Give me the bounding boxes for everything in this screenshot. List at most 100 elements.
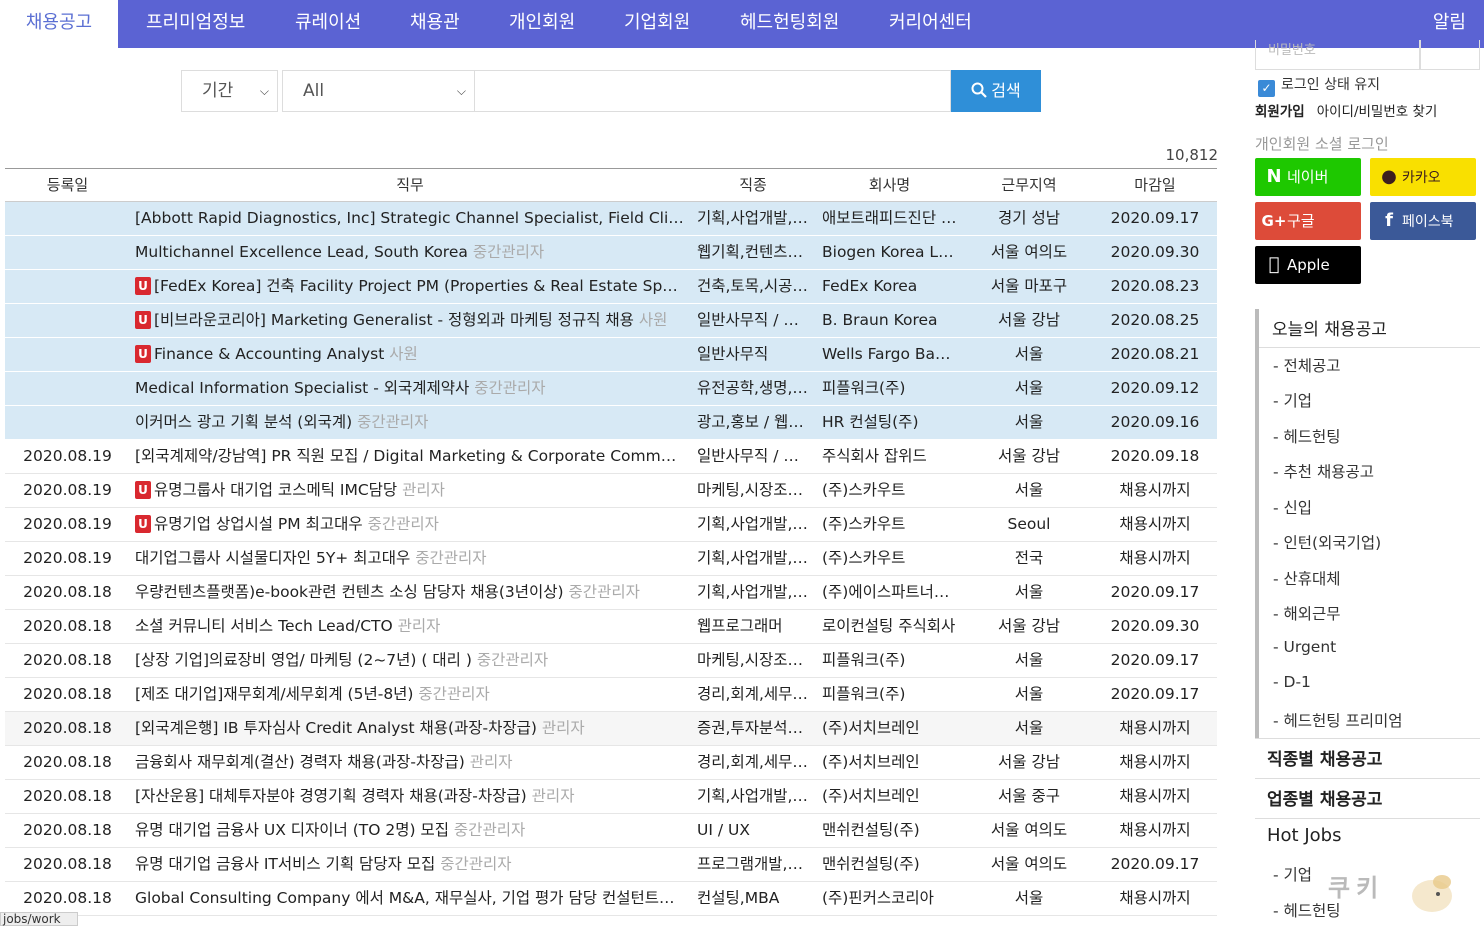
row-title-text[interactable]: 소셜 커뮤니티 서비스 Tech Lead/CTO: [135, 617, 393, 635]
table-row[interactable]: 2020.08.18 Global Consulting Company 에서 M…: [5, 882, 1217, 916]
row-company[interactable]: 애보트래피드진단 …: [822, 202, 957, 235]
table-row[interactable]: Medical Information Specialist - 외국계제약사 …: [5, 372, 1217, 406]
row-title[interactable]: Multichannel Excellence Lead, South Kore…: [135, 236, 685, 269]
login-button[interactable]: [1420, 40, 1480, 70]
naver-login-button[interactable]: N 네이버: [1255, 158, 1361, 196]
row-company[interactable]: HR 컨설팅(주): [822, 406, 957, 439]
row-company[interactable]: B. Braun Korea: [822, 304, 957, 337]
row-title[interactable]: U 유명기업 상업시설 PM 최고대우 중간관리자: [135, 508, 685, 541]
table-row[interactable]: 2020.08.18 소셜 커뮤니티 서비스 Tech Lead/CTO 관리자 웹…: [5, 610, 1217, 644]
row-title[interactable]: U [비브라운코리아] Marketing Generalist - 정형외과 마…: [135, 304, 685, 337]
table-row[interactable]: 2020.08.19 [외국계제약/강남역] PR 직원 모집 / Digital…: [5, 440, 1217, 474]
today-menu-item[interactable]: - 해외근무: [1273, 602, 1341, 624]
row-company[interactable]: (주)스카우트: [822, 542, 957, 575]
category-select[interactable]: All ⌵: [282, 70, 475, 112]
nav-tab-jobs[interactable]: 채용공고: [0, 0, 118, 48]
row-title[interactable]: 대기업그룹사 시설물디자인 5Y+ 최고대우 중간관리자: [135, 542, 685, 575]
row-title-text[interactable]: 유명 대기업 금융사 UX 디자이너 (TO 2명) 모집: [135, 821, 449, 839]
row-title[interactable]: 유명 대기업 금융사 IT서비스 기획 담당자 모집 중간관리자: [135, 848, 685, 881]
today-menu-item[interactable]: - 헤드헌팅 프리미엄: [1273, 709, 1403, 731]
today-jobs-title[interactable]: 오늘의 채용공고: [1272, 315, 1387, 340]
row-title[interactable]: 유명 대기업 금융사 UX 디자이너 (TO 2명) 모집 중간관리자: [135, 814, 685, 847]
table-row[interactable]: U [비브라운코리아] Marketing Generalist - 정형외과 마…: [5, 304, 1217, 338]
by-industry-link[interactable]: 업종별 채용공고: [1267, 785, 1382, 810]
row-title-text[interactable]: 유명 대기업 금융사 IT서비스 기획 담당자 모집: [135, 855, 435, 873]
nav-tab-headhunting[interactable]: 헤드헌팅회원: [740, 0, 839, 48]
row-title-text[interactable]: [자산운용] 대체투자분야 경영기획 경력자 채용(과장-차장급): [135, 787, 527, 805]
row-title[interactable]: 소셜 커뮤니티 서비스 Tech Lead/CTO 관리자: [135, 610, 685, 643]
facebook-login-button[interactable]: f 페이스북: [1370, 202, 1476, 240]
row-title-text[interactable]: 유명그룹사 대기업 코스메틱 IMC담당: [154, 481, 397, 499]
hot-item-company[interactable]: - 기업: [1273, 863, 1312, 885]
row-title-text[interactable]: [외국계은행] IB 투자심사 Credit Analyst 채용(과장-차장급…: [135, 719, 537, 737]
nav-tab-personal[interactable]: 개인회원: [509, 0, 575, 48]
row-title-text[interactable]: 금융회사 재무회계(결산) 경력자 채용(과장-차장급): [135, 753, 465, 771]
row-title[interactable]: [상장 기업]의료장비 영업/ 마케팅 (2~7년) ( 대리 ) 중간관리자: [135, 644, 685, 677]
search-input[interactable]: [475, 70, 951, 112]
table-row[interactable]: Multichannel Excellence Lead, South Kore…: [5, 236, 1217, 270]
row-title-text[interactable]: [Abbott Rapid Diagnostics, Inc] Strategi…: [135, 209, 685, 227]
row-company[interactable]: 주식회사 잡위드: [822, 440, 957, 473]
row-company[interactable]: (주)에이스파트너…: [822, 576, 957, 609]
apple-login-button[interactable]: Apple: [1255, 246, 1361, 284]
table-row[interactable]: U Finance & Accounting Analyst 사원 일반사무직 Wel…: [5, 338, 1217, 372]
table-row[interactable]: 2020.08.18 금융회사 재무회계(결산) 경력자 채용(과장-차장급) 관…: [5, 746, 1217, 780]
today-menu-item[interactable]: - 전체공고: [1273, 354, 1341, 376]
table-row[interactable]: 2020.08.18 유명 대기업 금융사 IT서비스 기획 담당자 모집 중간관…: [5, 848, 1217, 882]
row-title[interactable]: [제조 대기업]재무회계/세무회계 (5년-8년) 중간관리자: [135, 678, 685, 711]
row-title-text[interactable]: [제조 대기업]재무회계/세무회계 (5년-8년): [135, 685, 413, 703]
table-row[interactable]: 2020.08.18 [상장 기업]의료장비 영업/ 마케팅 (2~7년) ( 대…: [5, 644, 1217, 678]
row-title[interactable]: 이커머스 광고 기획 분석 (외국계) 중간관리자: [135, 406, 685, 439]
row-company[interactable]: (주)핀커스코리아: [822, 882, 957, 915]
today-menu-item[interactable]: - 추천 채용공고: [1273, 460, 1374, 482]
by-job-link[interactable]: 직종별 채용공고: [1267, 745, 1382, 770]
today-menu-item[interactable]: - 신입: [1273, 496, 1312, 518]
today-menu-item[interactable]: - 기업: [1273, 389, 1312, 411]
row-title[interactable]: Medical Information Specialist - 외국계제약사 …: [135, 372, 685, 405]
table-row[interactable]: 이커머스 광고 기획 분석 (외국계) 중간관리자 광고,홍보 / 웹… HR 컨설…: [5, 406, 1217, 440]
today-menu-item[interactable]: - 산휴대체: [1273, 567, 1341, 589]
table-row[interactable]: 2020.08.18 유명 대기업 금융사 UX 디자이너 (TO 2명) 모집 …: [5, 814, 1217, 848]
nav-tab-premium[interactable]: 프리미엄정보: [146, 0, 245, 48]
today-menu-item[interactable]: - 인턴(외국기업): [1273, 531, 1381, 553]
nav-tab-curation[interactable]: 큐레이션: [295, 0, 361, 48]
row-company[interactable]: Wells Fargo Ban…: [822, 338, 957, 371]
row-title[interactable]: [Abbott Rapid Diagnostics, Inc] Strategi…: [135, 202, 685, 235]
nav-tab-career-center[interactable]: 커리어센터: [889, 0, 972, 48]
row-title[interactable]: Global Consulting Company 에서 M&A, 재무실사, …: [135, 882, 685, 915]
table-row[interactable]: 2020.08.19 대기업그룹사 시설물디자인 5Y+ 최고대우 중간관리자 기획…: [5, 542, 1217, 576]
row-title[interactable]: 금융회사 재무회계(결산) 경력자 채용(과장-차장급) 관리자: [135, 746, 685, 779]
hot-jobs-title[interactable]: Hot Jobs: [1267, 825, 1341, 846]
row-title[interactable]: [외국계제약/강남역] PR 직원 모집 / Digital Marketing…: [135, 440, 685, 473]
row-company[interactable]: (주)스카우트: [822, 474, 957, 507]
row-company[interactable]: 피플워크(주): [822, 678, 957, 711]
row-company[interactable]: Biogen Korea LLC: [822, 236, 957, 269]
today-menu-item[interactable]: - D-1: [1273, 673, 1311, 691]
keep-login-checkbox[interactable]: ✓ 로그인 상태 유지: [1258, 74, 1380, 97]
row-title[interactable]: 우량컨텐츠플랫폼)e-book관련 컨텐츠 소싱 담당자 채용(3년이상) 중간…: [135, 576, 685, 609]
row-title-text[interactable]: Finance & Accounting Analyst: [154, 345, 384, 363]
today-menu-item[interactable]: - Urgent: [1273, 638, 1336, 656]
table-row[interactable]: 2020.08.19 U 유명기업 상업시설 PM 최고대우 중간관리자 기획,사업개…: [5, 508, 1217, 542]
table-row[interactable]: 2020.08.19 U 유명그룹사 대기업 코스메틱 IMC담당 관리자 마케팅,시…: [5, 474, 1217, 508]
find-account-link[interactable]: 아이디/비밀번호 찾기: [1317, 104, 1438, 120]
password-field[interactable]: 비밀번호: [1255, 40, 1420, 70]
table-row[interactable]: 2020.08.18 [자산운용] 대체투자분야 경영기획 경력자 채용(과장-차…: [5, 780, 1217, 814]
today-menu-item[interactable]: - 헤드헌팅: [1273, 425, 1341, 447]
row-title-text[interactable]: [FedEx Korea] 건축 Facility Project PM (Pr…: [154, 277, 685, 295]
row-company[interactable]: FedEx Korea: [822, 270, 957, 303]
row-company[interactable]: 맨쉬컨설팅(주): [822, 848, 957, 881]
table-row[interactable]: 2020.08.18 [외국계은행] IB 투자심사 Credit Analyst…: [5, 712, 1217, 746]
table-row[interactable]: U [FedEx Korea] 건축 Facility Project PM (P…: [5, 270, 1217, 304]
table-row[interactable]: 2020.08.18 우량컨텐츠플랫폼)e-book관련 컨텐츠 소싱 담당자 채…: [5, 576, 1217, 610]
row-title-text[interactable]: [상장 기업]의료장비 영업/ 마케팅 (2~7년) ( 대리 ): [135, 651, 472, 669]
row-title-text[interactable]: 유명기업 상업시설 PM 최고대우: [154, 515, 363, 533]
table-row[interactable]: 2020.08.18 [제조 대기업]재무회계/세무회계 (5년-8년) 중간관리…: [5, 678, 1217, 712]
nav-tab-recruit-hall[interactable]: 채용관: [410, 0, 460, 48]
row-company[interactable]: 맨쉬컨설팅(주): [822, 814, 957, 847]
row-title[interactable]: [외국계은행] IB 투자심사 Credit Analyst 채용(과장-차장급…: [135, 712, 685, 745]
row-title-text[interactable]: 우량컨텐츠플랫폼)e-book관련 컨텐츠 소싱 담당자 채용(3년이상): [135, 583, 564, 601]
search-button[interactable]: 검색: [951, 70, 1041, 112]
nav-tab-company[interactable]: 기업회원: [624, 0, 690, 48]
kakao-login-button[interactable]: ● 카카오: [1370, 158, 1476, 196]
